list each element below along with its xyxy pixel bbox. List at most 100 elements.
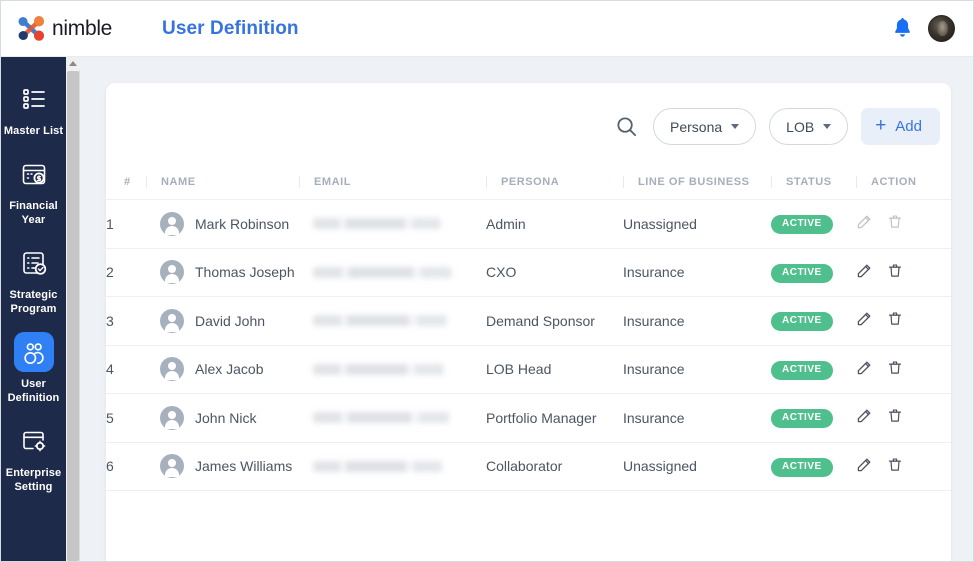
table-row: 6James WilliamsCollaboratorUnassignedACT… (106, 442, 951, 491)
cell-status: ACTIVE (771, 200, 856, 249)
cell-action (856, 442, 951, 491)
sidebar-item-strategic-program[interactable]: Strategic Program (1, 243, 66, 316)
top-bar: nimble User Definition (1, 1, 974, 57)
cell-num: 5 (106, 394, 146, 443)
user-name: Alex Jacob (195, 361, 263, 377)
cell-persona: Portfolio Manager (486, 394, 623, 443)
scrollbar-thumb[interactable] (67, 71, 79, 561)
cell-action (856, 394, 951, 443)
delete-row-button[interactable] (887, 263, 903, 282)
cell-persona: Admin (486, 200, 623, 249)
brand-name: nimble (52, 18, 112, 39)
table-row: 3David JohnDemand SponsorInsuranceACTIVE (106, 297, 951, 346)
cell-persona: Collaborator (486, 442, 623, 491)
add-user-button[interactable]: + Add (861, 108, 940, 145)
lob-filter-label: LOB (786, 119, 814, 135)
cell-line-of-business: Unassigned (623, 200, 771, 249)
sidebar-scrollbar[interactable] (66, 57, 80, 562)
cell-name: Alex Jacob (146, 345, 299, 394)
cell-line-of-business: Insurance (623, 345, 771, 394)
search-icon[interactable] (612, 113, 640, 141)
window-gear-icon (14, 421, 54, 461)
user-name: David John (195, 313, 265, 329)
user-name: Mark Robinson (195, 216, 289, 232)
user-avatar[interactable] (928, 15, 955, 42)
row-avatar-icon (160, 212, 184, 236)
column-header-line-of-business: LINE OF BUSINESS (623, 170, 771, 200)
status-badge: ACTIVE (771, 215, 833, 234)
table-header-row: # NAME EMAIL PERSONA LINE OF BUSINESS ST… (106, 170, 951, 200)
persona-filter-dropdown[interactable]: Persona (653, 108, 756, 145)
cell-persona: CXO (486, 248, 623, 297)
sidebar: Master List Financial Year (1, 57, 66, 562)
cell-email (299, 297, 486, 346)
delete-row-button[interactable] (887, 457, 903, 476)
cell-status: ACTIVE (771, 248, 856, 297)
status-badge: ACTIVE (771, 312, 833, 331)
status-badge: ACTIVE (771, 361, 833, 380)
column-header-status: STATUS (771, 170, 856, 200)
lob-filter-dropdown[interactable]: LOB (769, 108, 848, 145)
plus-icon: + (875, 116, 886, 135)
cell-line-of-business: Unassigned (623, 442, 771, 491)
email-redacted (313, 218, 461, 229)
sidebar-item-label: User Definition (3, 377, 65, 405)
cell-status: ACTIVE (771, 442, 856, 491)
row-avatar-icon (160, 309, 184, 333)
sidebar-item-enterprise-setting[interactable]: Enterprise Setting (1, 421, 66, 494)
cell-status: ACTIVE (771, 394, 856, 443)
cell-email (299, 200, 486, 249)
user-name: Thomas Joseph (195, 264, 295, 280)
brand-logo[interactable]: nimble (18, 16, 138, 41)
cell-name: Mark Robinson (146, 200, 299, 249)
cell-name: James Williams (146, 442, 299, 491)
email-redacted (313, 364, 465, 375)
cell-status: ACTIVE (771, 297, 856, 346)
delete-row-button[interactable] (887, 408, 903, 427)
cell-line-of-business: Insurance (623, 248, 771, 297)
sidebar-item-label: Master List (3, 124, 65, 138)
table-row: 4Alex JacobLOB HeadInsuranceACTIVE (106, 345, 951, 394)
nimble-x-dots-logo-icon (18, 16, 45, 41)
row-avatar-icon (160, 454, 184, 478)
user-name: James Williams (195, 458, 292, 474)
status-badge: ACTIVE (771, 264, 833, 283)
column-header-action: ACTION (856, 170, 951, 200)
cell-action (856, 297, 951, 346)
row-avatar-icon (160, 260, 184, 284)
edit-row-button[interactable] (856, 457, 872, 476)
column-header-email: EMAIL (299, 170, 486, 200)
cell-status: ACTIVE (771, 345, 856, 394)
delete-row-button[interactable] (887, 360, 903, 379)
user-list-card: Persona LOB + Add (106, 83, 951, 562)
delete-row-button[interactable] (887, 311, 903, 330)
edit-row-button[interactable] (856, 263, 872, 282)
edit-row-button[interactable] (856, 311, 872, 330)
column-header-persona: PERSONA (486, 170, 623, 200)
card-toolbar: Persona LOB + Add (106, 83, 951, 170)
page-title: User Definition (162, 18, 299, 40)
cell-name: John Nick (146, 394, 299, 443)
row-avatar-icon (160, 357, 184, 381)
sidebar-item-master-list[interactable]: Master List (1, 79, 66, 138)
table-row: 5John NickPortfolio ManagerInsuranceACTI… (106, 394, 951, 443)
delete-row-button[interactable] (887, 214, 903, 233)
clipboard-check-icon (14, 243, 54, 283)
top-bar-actions (893, 15, 955, 42)
cell-num: 2 (106, 248, 146, 297)
cell-email (299, 394, 486, 443)
main-content: Persona LOB + Add (81, 57, 974, 562)
sidebar-item-label: Strategic Program (3, 288, 65, 316)
edit-row-button[interactable] (856, 408, 872, 427)
scroll-up-arrow-icon[interactable] (66, 57, 80, 70)
sidebar-item-user-definition[interactable]: User Definition (1, 332, 66, 405)
cell-email (299, 248, 486, 297)
edit-row-button[interactable] (856, 360, 872, 379)
cell-line-of-business: Insurance (623, 297, 771, 346)
edit-row-button[interactable] (856, 214, 872, 233)
status-badge: ACTIVE (771, 409, 833, 428)
bell-icon[interactable] (893, 18, 912, 39)
app-window: nimble User Definition (0, 0, 974, 562)
sidebar-item-financial-year[interactable]: Financial Year (1, 154, 66, 227)
sidebar-item-label: Financial Year (3, 199, 65, 227)
